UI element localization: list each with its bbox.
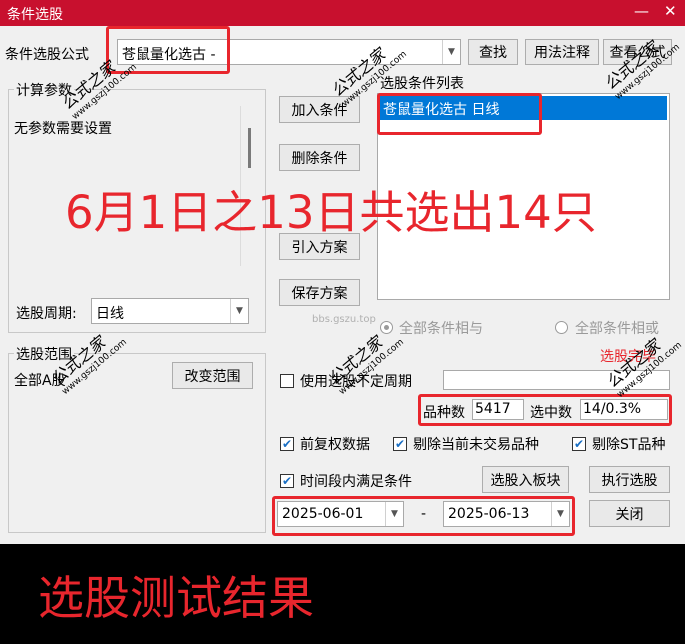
exclude-untraded-checkbox[interactable]: ✔ bbox=[393, 437, 407, 451]
adjust-label: 前复权数据 bbox=[300, 437, 370, 453]
chevron-down-icon[interactable]: ▼ bbox=[442, 40, 460, 64]
use-period-checkbox[interactable] bbox=[280, 374, 294, 388]
close-icon[interactable]: ✕ bbox=[664, 2, 677, 20]
chevron-down-icon[interactable]: ▼ bbox=[230, 299, 248, 323]
remove-condition-button[interactable]: 删除条件 bbox=[279, 144, 360, 171]
banner-text: 选股测试结果 bbox=[38, 571, 314, 625]
formula-label: 条件选股公式 bbox=[5, 47, 89, 63]
logic-or-radio[interactable] bbox=[555, 321, 568, 334]
params-scrollbar[interactable] bbox=[248, 128, 251, 168]
conditions-legend: 选股条件列表 bbox=[380, 76, 464, 92]
save-scheme-button[interactable]: 保存方案 bbox=[279, 279, 360, 306]
faint-watermark: bbs.gszu.top bbox=[312, 314, 376, 325]
window-title: 条件选股 bbox=[7, 7, 63, 23]
period-select[interactable]: 日线 ▼ bbox=[91, 298, 249, 324]
date-highlight bbox=[272, 496, 575, 536]
result-banner: 选股测试结果 bbox=[0, 544, 685, 644]
condition-highlight bbox=[377, 93, 542, 135]
find-button[interactable]: 查找 bbox=[468, 39, 518, 65]
result-highlight bbox=[418, 394, 672, 426]
title-bar: 条件选股 — ✕ bbox=[0, 0, 685, 26]
dialog-body: 条件选股公式 苍鼠量化选古 - ▼ 查找 用法注释 查看公式 计算参数 无参数需… bbox=[0, 26, 685, 544]
exclude-st-checkbox[interactable]: ✔ bbox=[572, 437, 586, 451]
exclude-untraded-label: 剔除当前未交易品种 bbox=[413, 437, 539, 453]
usage-button[interactable]: 用法注释 bbox=[525, 39, 599, 65]
time-range-checkbox[interactable]: ✔ bbox=[280, 474, 294, 488]
time-range-label: 时间段内满足条件 bbox=[300, 474, 412, 490]
logic-and-label: 全部条件相与 bbox=[399, 321, 483, 337]
headline-overlay: 6月1日之13日共选出14只 bbox=[65, 186, 597, 239]
close-button[interactable]: 关闭 bbox=[589, 500, 670, 527]
params-text: 无参数需要设置 bbox=[14, 121, 112, 137]
to-block-button[interactable]: 选股入板块 bbox=[482, 466, 569, 493]
period-value: 日线 bbox=[96, 306, 124, 322]
exclude-st-label: 剔除ST品种 bbox=[592, 437, 666, 453]
adjust-checkbox[interactable]: ✔ bbox=[280, 437, 294, 451]
period-label: 选股周期: bbox=[16, 306, 77, 322]
minimize-icon[interactable]: — bbox=[634, 2, 649, 20]
execute-button[interactable]: 执行选股 bbox=[589, 466, 670, 493]
change-scope-button[interactable]: 改变范围 bbox=[172, 362, 253, 389]
